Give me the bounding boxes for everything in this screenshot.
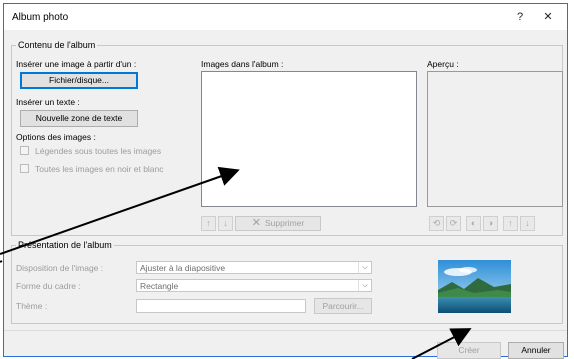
- annotation-arrow-to-create-button: [411, 328, 472, 359]
- annotation-arrows: [0, 166, 472, 359]
- annotation-arrow-to-images-list: [0, 166, 240, 255]
- annotation-arrow-tail: [0, 260, 3, 263]
